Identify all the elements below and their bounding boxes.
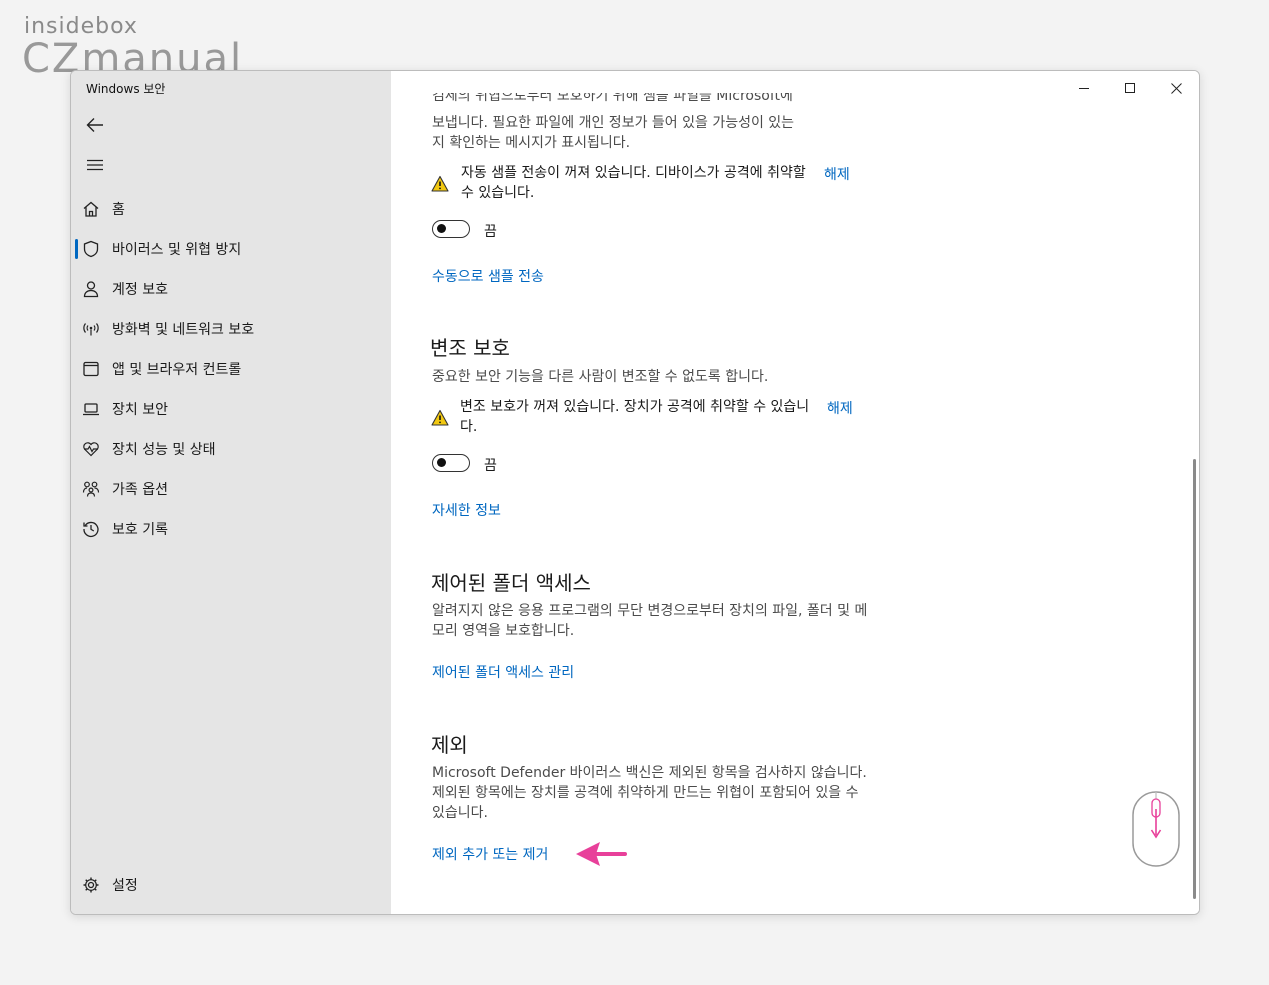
sidebar-item-protection-history[interactable]: 보호 기록 bbox=[71, 511, 391, 547]
sidebar: Windows 보안 홈 바이러스 및 위협 방지 계정 보호 방화벽 및 네트… bbox=[71, 71, 391, 914]
sidebar-item-label: 계정 보호 bbox=[112, 282, 168, 298]
tamper-desc: 중요한 보안 기능을 다른 사람이 변조할 수 없도록 합니다. bbox=[432, 369, 769, 385]
sidebar-item-device-performance[interactable]: 장치 성능 및 상태 bbox=[71, 431, 391, 467]
back-button[interactable] bbox=[79, 111, 111, 139]
wireless-icon bbox=[82, 320, 100, 338]
sidebar-item-label: 가족 옵션 bbox=[112, 482, 168, 498]
annotation-arrow-icon bbox=[572, 837, 628, 875]
sample-toggle[interactable] bbox=[432, 220, 470, 238]
heart-pulse-icon bbox=[82, 440, 100, 458]
gear-icon bbox=[82, 876, 100, 894]
scrollbar-thumb[interactable] bbox=[1193, 459, 1196, 899]
tamper-dismiss-link[interactable]: 해제 bbox=[827, 398, 853, 418]
history-icon bbox=[82, 520, 100, 538]
toggle-knob bbox=[437, 458, 446, 467]
tamper-toggle[interactable] bbox=[432, 454, 470, 472]
minimize-icon bbox=[1079, 88, 1089, 89]
tamper-title: 변조 보호 bbox=[430, 336, 510, 360]
hamburger-icon bbox=[87, 159, 103, 171]
manual-sample-link[interactable]: 수동으로 샘플 전송 bbox=[432, 266, 544, 286]
cfa-desc: 알려지지 않은 응용 프로그램의 무단 변경으로부터 장치의 파일, 폴더 및 … bbox=[432, 603, 868, 639]
warning-icon bbox=[431, 175, 449, 193]
sample-toggle-label: 끔 bbox=[484, 224, 497, 240]
hamburger-menu-button[interactable] bbox=[79, 151, 111, 179]
warning-icon bbox=[431, 409, 449, 427]
close-icon bbox=[1170, 82, 1182, 94]
sidebar-item-settings[interactable]: 설정 bbox=[71, 867, 391, 903]
minimize-button[interactable] bbox=[1061, 71, 1107, 105]
person-icon bbox=[82, 280, 100, 298]
toggle-knob bbox=[437, 224, 446, 233]
sidebar-item-firewall[interactable]: 방화벽 및 네트워크 보호 bbox=[71, 311, 391, 347]
close-button[interactable] bbox=[1153, 71, 1199, 105]
tamper-toggle-label: 끔 bbox=[484, 458, 497, 474]
sidebar-item-label: 장치 보안 bbox=[112, 402, 168, 418]
sidebar-item-label: 홈 bbox=[112, 202, 125, 218]
sidebar-item-family-options[interactable]: 가족 옵션 bbox=[71, 471, 391, 507]
sidebar-item-label: 설정 bbox=[112, 878, 138, 894]
sample-desc-line3: 지 확인하는 메시지가 표시됩니다. bbox=[432, 135, 631, 151]
tamper-more-info-link[interactable]: 자세한 정보 bbox=[432, 500, 501, 520]
sample-desc-line2: 보냅니다. 필요한 파일에 개인 정보가 들어 있을 가능성이 있는 bbox=[432, 115, 795, 131]
add-remove-exclusions-link[interactable]: 제외 추가 또는 제거 bbox=[432, 844, 548, 864]
back-arrow-icon bbox=[86, 118, 103, 132]
main-content: 검체의 위협으로부터 보호하기 위해 샘플 파일을 Microsoft에 보냅니… bbox=[391, 71, 1199, 914]
sidebar-item-home[interactable]: 홈 bbox=[71, 191, 391, 227]
cfa-manage-link[interactable]: 제어된 폴더 액세스 관리 bbox=[432, 662, 574, 682]
sample-desc-clipped: 검체의 위협으로부터 보호하기 위해 샘플 파일을 Microsoft에 bbox=[432, 93, 872, 107]
shield-icon bbox=[82, 240, 100, 258]
exclusions-title: 제외 bbox=[431, 733, 468, 757]
mouse-scroll-icon bbox=[1131, 790, 1181, 872]
sidebar-item-account-protection[interactable]: 계정 보호 bbox=[71, 271, 391, 307]
sidebar-item-device-security[interactable]: 장치 보안 bbox=[71, 391, 391, 427]
sidebar-item-label: 보호 기록 bbox=[112, 522, 168, 538]
maximize-icon bbox=[1125, 83, 1135, 93]
sidebar-item-label: 방화벽 및 네트워크 보호 bbox=[112, 322, 255, 338]
tamper-warning-text: 변조 보호가 꺼져 있습니다. 장치가 공격에 취약할 수 있습니다. bbox=[460, 399, 810, 435]
sidebar-item-label: 장치 성능 및 상태 bbox=[112, 442, 216, 458]
sidebar-item-label: 앱 및 브라우저 컨트롤 bbox=[112, 362, 242, 378]
sample-desc-line1: 검체의 위협으로부터 보호하기 위해 샘플 파일을 Microsoft에 bbox=[432, 93, 793, 104]
home-icon bbox=[82, 200, 100, 218]
app-window: Windows 보안 홈 바이러스 및 위협 방지 계정 보호 방화벽 및 네트… bbox=[70, 70, 1200, 915]
app-window-icon bbox=[82, 360, 100, 378]
cfa-title: 제어된 폴더 액세스 bbox=[431, 571, 591, 595]
laptop-icon bbox=[82, 400, 100, 418]
sidebar-item-app-browser-control[interactable]: 앱 및 브라우저 컨트롤 bbox=[71, 351, 391, 387]
maximize-button[interactable] bbox=[1107, 71, 1153, 105]
sample-dismiss-link[interactable]: 해제 bbox=[824, 164, 850, 184]
sample-warning-text: 자동 샘플 전송이 꺼져 있습니다. 디바이스가 공격에 취약할 수 있습니다. bbox=[461, 165, 806, 201]
sidebar-item-label: 바이러스 및 위협 방지 bbox=[112, 242, 242, 258]
window-title: Windows 보안 bbox=[86, 82, 166, 96]
family-icon bbox=[82, 480, 100, 498]
sidebar-item-virus-protection[interactable]: 바이러스 및 위협 방지 bbox=[71, 231, 391, 267]
exclusions-desc: Microsoft Defender 바이러스 백신은 제외된 항목을 검사하지… bbox=[432, 765, 867, 821]
